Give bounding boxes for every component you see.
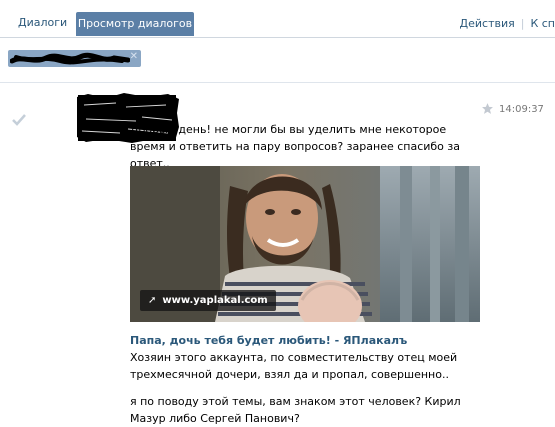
tab-view-dialogs[interactable]: Просмотр диалогов bbox=[76, 12, 194, 36]
star-icon[interactable] bbox=[481, 102, 494, 115]
divider: | bbox=[520, 17, 525, 30]
link-preview-image[interactable]: ➚ www.yaplakal.com bbox=[130, 166, 480, 322]
link-preview-description: Хозяин этого аккаунта, по совместительст… bbox=[130, 351, 458, 381]
link-arrow-icon: ➚ bbox=[148, 295, 157, 306]
recipient-token[interactable]: ✕ bbox=[8, 50, 141, 67]
redacted-recipient-name bbox=[10, 52, 130, 65]
link-preview-title[interactable]: Папа, дочь тебя будет любить! - ЯПлакалъ bbox=[130, 334, 407, 347]
message-text-2: я по поводу этой темы, вам знаком этот ч… bbox=[130, 395, 461, 425]
back-to-list-link[interactable]: К сп bbox=[530, 17, 555, 30]
tab-dialogs[interactable]: Диалоги bbox=[18, 11, 67, 35]
message-item: 14:09:37 Добрый день! не могли бы вы уде… bbox=[0, 90, 555, 427]
recipient-bar: ✕ bbox=[0, 38, 555, 83]
read-check-icon bbox=[12, 114, 26, 126]
link-domain: www.yaplakal.com bbox=[162, 295, 268, 306]
close-icon[interactable]: ✕ bbox=[130, 51, 138, 62]
message-text: Добрый день! не могли бы вы уделить мне … bbox=[130, 123, 460, 170]
tab-bar: Диалоги Просмотр диалогов Действия | К сп bbox=[0, 0, 555, 38]
actions-bar: Действия | К сп bbox=[460, 17, 555, 30]
actions-link[interactable]: Действия bbox=[460, 17, 515, 30]
message-time: 14:09:37 bbox=[499, 104, 544, 115]
link-badge[interactable]: ➚ www.yaplakal.com bbox=[140, 290, 276, 311]
